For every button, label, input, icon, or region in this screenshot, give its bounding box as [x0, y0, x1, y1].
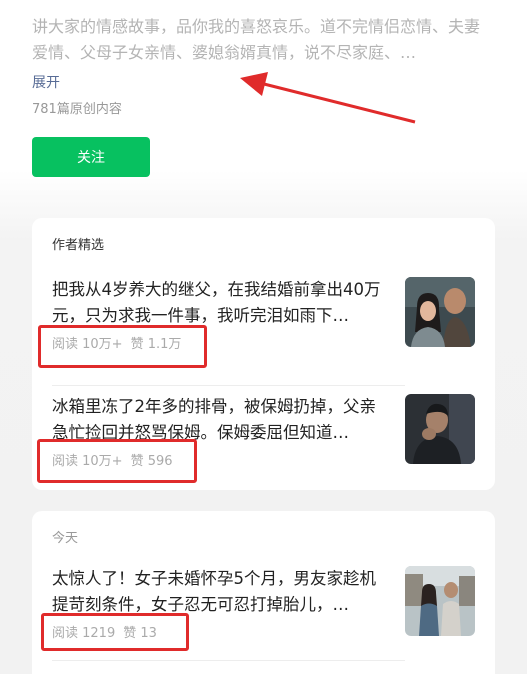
- follow-button[interactable]: 关注: [32, 137, 150, 177]
- article-title: 太惊人了！女子未婚怀孕5个月，男友家趁机提苛刻条件，女子忍无可忍打掉胎儿，…: [52, 569, 376, 614]
- section-title-featured: 作者精选: [52, 238, 105, 253]
- elderly-man-and-young-woman-photo-icon: [405, 277, 475, 347]
- highlight-box: [37, 439, 197, 483]
- article-title: 把我从4岁养大的继父，在我结婚前拿出40万元，只为求我一件事，我听完泪如雨下…: [52, 280, 381, 325]
- highlight-box: [38, 325, 207, 368]
- expand-link[interactable]: 展开: [32, 72, 60, 92]
- highlight-box: [41, 613, 189, 651]
- divider: [52, 385, 405, 386]
- divider: [52, 660, 405, 661]
- account-description: 讲大家的情感故事，品你我的喜怒哀乐。道不完情侣恋情、夫妻爱情、父母子女亲情、婆媳…: [32, 17, 481, 62]
- annotation-arrow: [240, 72, 416, 124]
- distressed-man-photo-icon: [405, 394, 475, 464]
- section-title-today: 今天: [52, 531, 79, 546]
- article-count: 781篇原创内容: [32, 102, 122, 117]
- today-card: 今天 太惊人了！女子未婚怀孕5个月，男友家趁机提苛刻条件，女子忍无可忍打掉胎儿，…: [32, 511, 495, 691]
- couple-outdoors-photo-icon: [405, 566, 475, 636]
